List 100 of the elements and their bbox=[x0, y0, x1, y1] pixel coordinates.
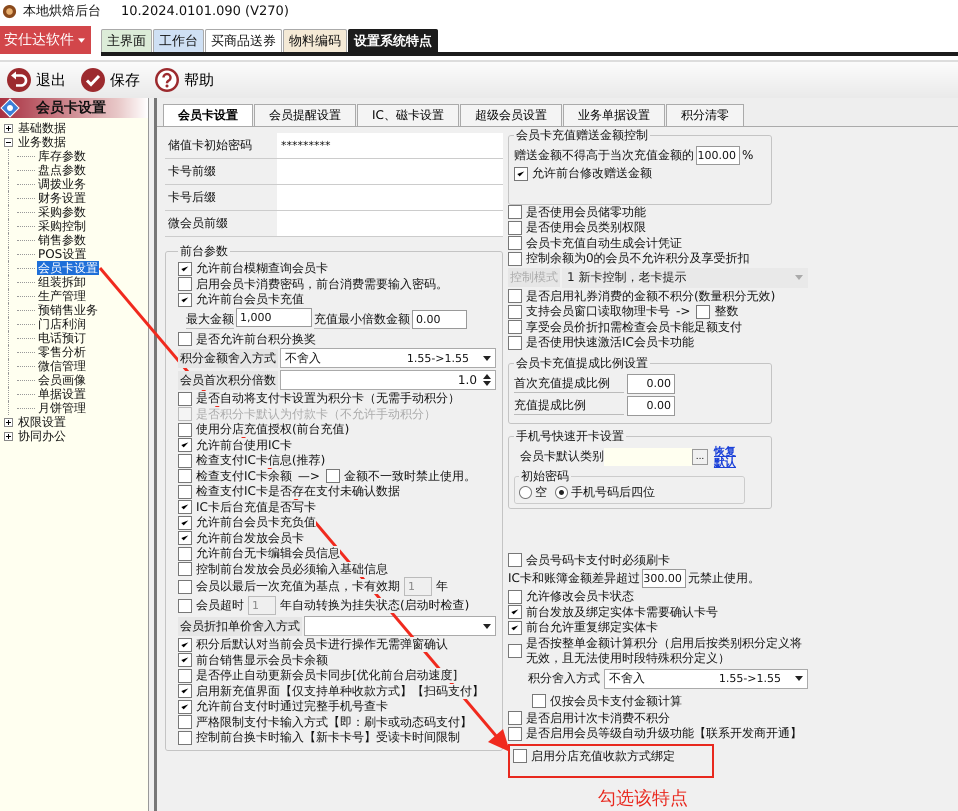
checkbox[interactable] bbox=[178, 546, 192, 561]
checkbox[interactable] bbox=[178, 516, 192, 530]
tree-item[interactable]: 会员卡设置 bbox=[37, 261, 99, 275]
top-tab[interactable]: 物料编码 bbox=[283, 29, 347, 52]
top-tab[interactable]: 工作台 bbox=[153, 29, 204, 52]
checkbox[interactable] bbox=[508, 220, 522, 235]
checkbox[interactable] bbox=[178, 500, 192, 514]
tab[interactable]: 会员提醒设置 bbox=[254, 104, 356, 126]
checkbox[interactable] bbox=[508, 320, 522, 334]
input-field[interactable] bbox=[277, 159, 503, 184]
toolbar-button[interactable]: 退出 bbox=[4, 67, 68, 93]
checkbox[interactable] bbox=[326, 469, 340, 484]
tab[interactable]: 超级会员设置 bbox=[460, 104, 562, 126]
dropdown[interactable] bbox=[304, 616, 496, 636]
expand-icon[interactable] bbox=[4, 432, 13, 440]
checkbox[interactable] bbox=[508, 711, 522, 726]
toolbar-button[interactable]: 帮助 bbox=[152, 67, 216, 93]
tree-item[interactable]: 单据设置 bbox=[37, 387, 87, 401]
expand-icon[interactable] bbox=[4, 124, 13, 132]
input-field[interactable]: 1,000 bbox=[236, 308, 312, 326]
input-field[interactable]: 0.00 bbox=[412, 310, 467, 329]
tab[interactable]: 积分清零 bbox=[666, 104, 744, 126]
tab[interactable]: 业务单据设置 bbox=[562, 104, 665, 126]
checkbox[interactable] bbox=[508, 726, 522, 741]
checkbox[interactable] bbox=[178, 598, 192, 612]
checkbox[interactable] bbox=[508, 252, 522, 266]
radio-button[interactable] bbox=[519, 486, 532, 498]
checkbox[interactable] bbox=[508, 605, 522, 620]
top-tab[interactable]: 买商品送券 bbox=[205, 29, 282, 52]
tree-item[interactable]: 调拨业务 bbox=[37, 177, 87, 191]
checkbox[interactable] bbox=[178, 638, 192, 652]
checkbox[interactable] bbox=[508, 553, 522, 568]
tree-item[interactable]: 协同办公 bbox=[17, 429, 67, 443]
toolbar-button[interactable]: 保存 bbox=[78, 67, 142, 93]
tree-item[interactable]: 采购参数 bbox=[37, 205, 87, 219]
checkbox[interactable] bbox=[508, 289, 522, 304]
checkbox[interactable] bbox=[178, 469, 192, 484]
checkbox[interactable] bbox=[508, 205, 522, 220]
checkbox[interactable] bbox=[514, 166, 528, 181]
tab[interactable]: IC、磁卡设置 bbox=[357, 104, 459, 126]
input-field[interactable] bbox=[277, 211, 503, 236]
checkbox[interactable] bbox=[178, 715, 192, 730]
menu-button[interactable]: 安仕达软件 bbox=[0, 26, 91, 54]
input-field[interactable]: 100.00 bbox=[696, 146, 740, 165]
checkbox[interactable] bbox=[178, 562, 192, 576]
checkbox[interactable] bbox=[178, 392, 192, 406]
tree-item[interactable]: 组装拆卸 bbox=[37, 275, 87, 289]
top-tab[interactable]: 设置系统特点 bbox=[348, 29, 438, 52]
tree-item[interactable]: 微信管理 bbox=[37, 359, 87, 373]
expand-icon[interactable] bbox=[4, 418, 13, 426]
input-field[interactable]: ********* bbox=[277, 133, 503, 158]
tree-item[interactable]: 生产管理 bbox=[37, 289, 87, 303]
input-field[interactable] bbox=[277, 185, 503, 210]
checkbox[interactable] bbox=[513, 748, 527, 762]
checkbox[interactable] bbox=[696, 304, 710, 319]
tree-item[interactable]: 财务设置 bbox=[37, 191, 87, 205]
checkbox[interactable] bbox=[178, 700, 192, 714]
browse-button[interactable]: ... bbox=[692, 448, 708, 464]
tree-item[interactable]: 权限设置 bbox=[17, 415, 67, 429]
input-field[interactable]: 300.00 bbox=[642, 569, 686, 588]
tree-item[interactable]: 销售参数 bbox=[37, 233, 87, 247]
dropdown[interactable]: 不舍入 1.55->1.55 bbox=[604, 668, 808, 688]
checkbox[interactable] bbox=[508, 236, 522, 250]
checkbox[interactable] bbox=[178, 332, 192, 346]
checkbox[interactable] bbox=[178, 277, 192, 292]
tree-item[interactable]: 零售分析 bbox=[37, 345, 87, 359]
checkbox[interactable] bbox=[178, 262, 192, 276]
checkbox[interactable] bbox=[508, 336, 522, 350]
tab[interactable]: 会员卡设置 bbox=[163, 104, 253, 126]
checkbox[interactable] bbox=[178, 730, 192, 745]
tree-item[interactable]: 月饼管理 bbox=[37, 401, 87, 415]
input-field[interactable] bbox=[604, 448, 692, 466]
radio-button[interactable] bbox=[555, 486, 568, 498]
tree-item[interactable]: 会员画像 bbox=[37, 373, 87, 387]
checkbox[interactable] bbox=[178, 531, 192, 546]
tree-item[interactable]: 预销售业务 bbox=[37, 303, 99, 317]
input-field[interactable]: 0.00 bbox=[627, 374, 675, 394]
reset-link[interactable]: 恢复默认 bbox=[714, 446, 738, 468]
checkbox[interactable] bbox=[178, 454, 192, 468]
checkbox[interactable] bbox=[508, 644, 522, 658]
tree-item[interactable]: 采购控制 bbox=[37, 219, 87, 233]
checkbox[interactable] bbox=[178, 292, 192, 307]
tree-item[interactable]: 基础数据 bbox=[17, 121, 67, 135]
collapse-icon[interactable] bbox=[4, 138, 13, 146]
tree-item[interactable]: POS设置 bbox=[37, 247, 88, 261]
tree-item[interactable]: 门店利润 bbox=[37, 317, 87, 331]
checkbox[interactable] bbox=[508, 620, 522, 635]
checkbox[interactable] bbox=[532, 694, 546, 708]
checkbox[interactable] bbox=[178, 580, 192, 594]
checkbox[interactable] bbox=[178, 668, 192, 683]
tree-item[interactable]: 电话预订 bbox=[37, 331, 87, 345]
checkbox[interactable] bbox=[178, 484, 192, 499]
tree-item[interactable]: 盘点参数 bbox=[37, 163, 87, 177]
number-spinner[interactable]: 1.0 bbox=[280, 370, 496, 390]
checkbox[interactable] bbox=[508, 590, 522, 604]
dropdown[interactable]: 不舍入 1.55->1.55 bbox=[280, 348, 496, 368]
checkbox[interactable] bbox=[508, 304, 522, 319]
checkbox[interactable] bbox=[178, 653, 192, 668]
checkbox[interactable] bbox=[178, 438, 192, 452]
input-field[interactable]: 0.00 bbox=[627, 396, 675, 416]
